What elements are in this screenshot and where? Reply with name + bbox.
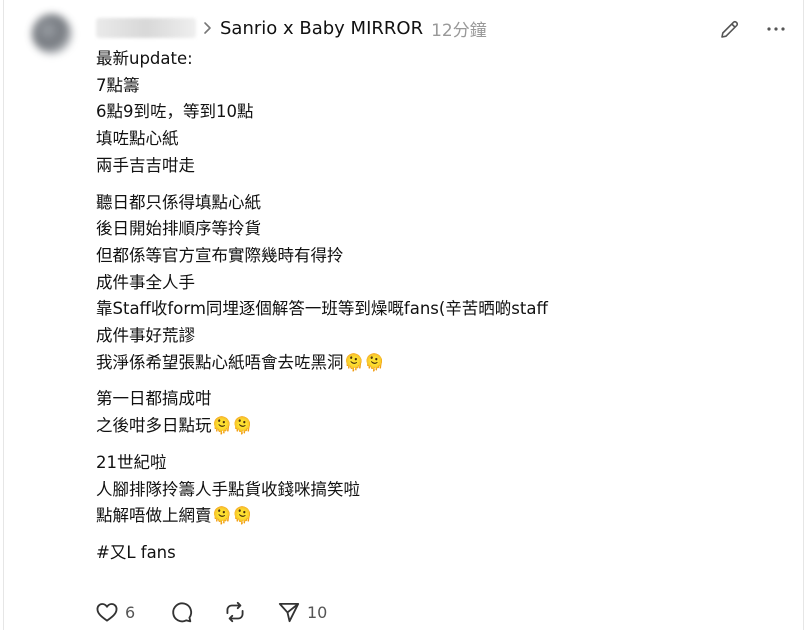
paragraph: #又L fans [96,540,786,567]
paragraph: 聽日都只係得填點心紙 後日開始排順序等拎貨 但都係等官方宣布實際幾時有得拎 成件… [96,190,786,377]
repost-icon [222,599,248,625]
paragraph: 21世紀啦 人腳排隊拎籌人手點貨收錢咪搞笑啦 點解唔做上網賣🫠🫠 [96,450,786,530]
text-line: 靠Staff收form同埋逐個解答一班等到燥嘅fans(辛苦晒啲staff [96,299,548,319]
avatar[interactable] [32,14,72,54]
text-line: 我淨係希望張點心紙唔會去咗黑洞🫠🫠 [96,352,385,372]
reply-button[interactable] [168,599,222,625]
post-header: Sanrio x Baby MIRROR 12分鐘 [96,14,487,42]
text-line: 填咗點心紙 [96,129,179,149]
text-line: 後日開始排順序等拎貨 [96,219,261,239]
share-count: 10 [307,602,328,622]
left-border [3,0,4,630]
like-count: 6 [125,602,136,622]
text-line: 兩手吉吉咁走 [96,155,195,175]
paragraph: 第一日都搞成咁 之後咁多日點玩🫠🫠 [96,386,786,439]
repost-button[interactable] [222,599,276,625]
post-time: 12分鐘 [431,20,487,41]
right-border [803,0,804,630]
text-line: 6點9到咗，等到10點 [96,102,254,122]
hashtag-line[interactable]: #又L fans [96,540,786,567]
text-line: 最新update: [96,49,193,68]
text-line: 但都係等官方宣布實際幾時有得拎 [96,245,344,265]
text-line: 點解唔做上網賣🫠🫠 [96,506,253,526]
send-icon [276,599,302,625]
pencil-icon[interactable] [718,17,742,41]
text-line: 7點籌 [96,75,140,95]
heart-icon [94,599,120,625]
text-line: 21世紀啦 [96,452,167,472]
comment-icon [168,599,194,625]
chevron-right-icon [202,21,212,35]
text-line: 成件事好荒謬 [96,326,195,346]
text-line: 成件事全人手 [96,272,195,292]
community-name[interactable]: Sanrio x Baby MIRROR [220,18,423,39]
action-bar: 6 10 [94,598,327,626]
text-line: 之後咁多日點玩🫠🫠 [96,416,253,436]
text-line: 第一日都搞成咁 [96,389,212,409]
like-button[interactable]: 6 [94,599,168,625]
text-line: 聽日都只係得填點心紙 [96,192,261,212]
post-body: 最新update: 7點籌 6點9到咗，等到10點 填咗點心紙 兩手吉吉咁走 聽… [96,46,786,567]
paragraph: 最新update: 7點籌 6點9到咗，等到10點 填咗點心紙 兩手吉吉咁走 [96,46,786,180]
more-horizontal-icon[interactable] [764,17,788,41]
username-blurred[interactable] [96,18,196,38]
share-button[interactable]: 10 [276,599,327,625]
text-line: 人腳排隊拎籌人手點貨收錢咪搞笑啦 [96,479,360,499]
